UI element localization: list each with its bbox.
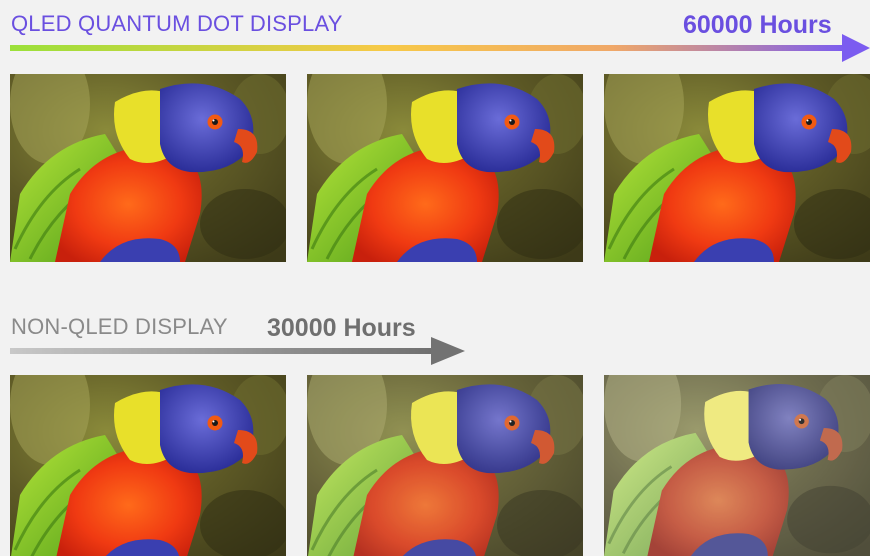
parrot-image (10, 375, 286, 556)
non-qled-image-1 (10, 375, 286, 556)
non-qled-lifespan-arrow (10, 337, 465, 365)
qled-image-3 (604, 74, 870, 262)
parrot-image (10, 74, 286, 262)
qled-lifespan-arrow (10, 34, 870, 62)
non-qled-section-title: NON-QLED DISPLAY (11, 314, 228, 339)
parrot-image (307, 375, 583, 556)
parrot-image (604, 375, 870, 556)
qled-image-1 (10, 74, 286, 262)
parrot-image (604, 74, 870, 262)
qled-section-title: QLED QUANTUM DOT DISPLAY (11, 11, 343, 36)
non-qled-image-2 (307, 375, 583, 556)
non-qled-image-3 (604, 375, 870, 556)
parrot-image (307, 74, 583, 262)
qled-image-2 (307, 74, 583, 262)
